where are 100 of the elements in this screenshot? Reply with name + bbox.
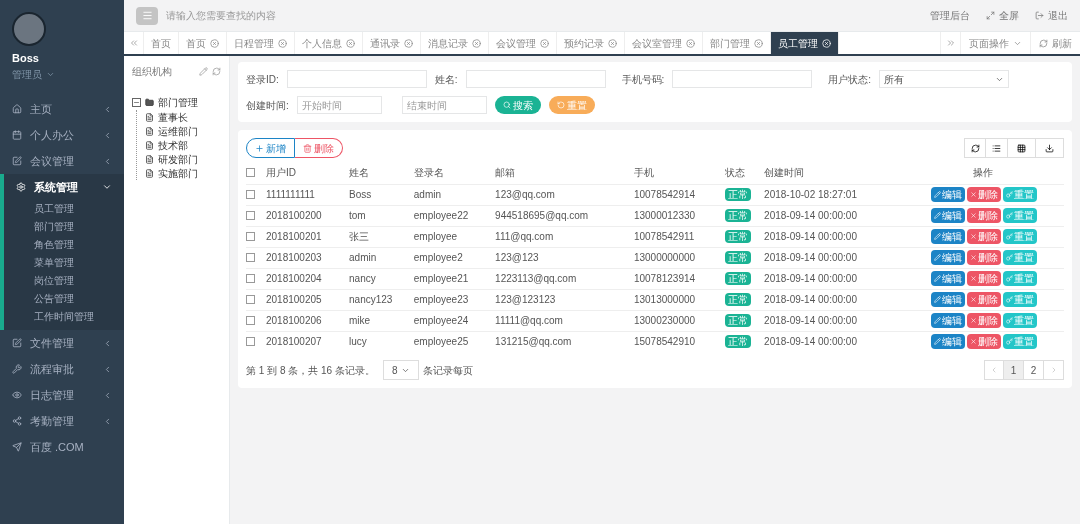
- columns-button[interactable]: [1008, 138, 1036, 158]
- row-action-button[interactable]: 删除: [967, 187, 1002, 202]
- row-action-button[interactable]: 重置: [1003, 187, 1038, 202]
- table-cell: 123@qq.com: [495, 189, 555, 200]
- page-button[interactable]: 2: [1024, 360, 1044, 380]
- tree-node[interactable]: 研发部门: [145, 152, 221, 166]
- checkbox[interactable]: [246, 168, 255, 178]
- search-field[interactable]: 请输入您需要查找的内容: [166, 8, 406, 23]
- checkbox[interactable]: [246, 190, 255, 199]
- close-icon: [346, 38, 355, 48]
- close-icon: [608, 38, 617, 48]
- table-cell: 13000230000: [633, 315, 696, 326]
- download-icon: [1045, 143, 1054, 153]
- tree-node[interactable]: 董事长: [145, 110, 221, 124]
- checkbox[interactable]: [246, 316, 255, 325]
- tab[interactable]: 会议管理: [489, 32, 557, 54]
- row-action-button[interactable]: 重置: [1003, 334, 1038, 350]
- row-action-button[interactable]: 编辑: [931, 208, 966, 223]
- tree-node[interactable]: 实施部门: [145, 166, 221, 180]
- menu-button[interactable]: [136, 6, 158, 25]
- tree-node[interactable]: 部门管理: [132, 95, 221, 110]
- sidebar-item[interactable]: 日志管理: [0, 382, 124, 408]
- toggle-view-button[interactable]: [986, 138, 1008, 158]
- checkbox[interactable]: [246, 295, 255, 304]
- topbar-link[interactable]: 全屏: [986, 8, 1019, 23]
- input-field[interactable]: [672, 70, 813, 88]
- tab[interactable]: 员工管理: [771, 32, 839, 54]
- checkbox[interactable]: [246, 253, 255, 262]
- row-action-button[interactable]: 编辑: [931, 334, 966, 350]
- sidebar-item[interactable]: 个人办公: [0, 122, 124, 148]
- sidebar-item[interactable]: 会议管理: [0, 148, 124, 174]
- row-action-button[interactable]: 删除: [967, 292, 1002, 307]
- row-action-button[interactable]: 重置: [1003, 229, 1038, 244]
- tab[interactable]: 首页: [144, 32, 179, 54]
- expander-icon[interactable]: [132, 98, 141, 107]
- column-header: 邮箱: [495, 167, 516, 179]
- refresh-icon[interactable]: [212, 67, 221, 76]
- sidebar-item[interactable]: 系统管理: [4, 174, 124, 200]
- tab[interactable]: 首页: [179, 32, 227, 54]
- row-action-button[interactable]: 删除: [967, 229, 1002, 244]
- search-button[interactable]: 搜索: [494, 96, 541, 114]
- refresh-link[interactable]: 刷新: [1030, 32, 1080, 54]
- date-field[interactable]: 开始时间: [296, 96, 382, 114]
- edit-icon[interactable]: [199, 67, 208, 76]
- checkbox[interactable]: [246, 274, 255, 283]
- column-header: 创建时间: [764, 167, 805, 179]
- tab[interactable]: 预约记录: [557, 32, 625, 54]
- row-action-button[interactable]: 编辑: [931, 313, 966, 328]
- submenu-item[interactable]: 工作时间管理: [4, 308, 124, 326]
- row-action-button[interactable]: 删除: [967, 271, 1002, 286]
- submenu-item[interactable]: 员工管理: [4, 200, 124, 218]
- row-action-button[interactable]: 编辑: [931, 229, 966, 244]
- row-action-button[interactable]: 删除: [967, 313, 1002, 328]
- row-action-button[interactable]: 删除: [967, 208, 1002, 223]
- tab[interactable]: 通讯录: [363, 32, 421, 54]
- row-action-button[interactable]: 编辑: [931, 187, 966, 202]
- submenu-item[interactable]: 公告管理: [4, 290, 124, 308]
- row-action-button[interactable]: 编辑: [931, 292, 966, 307]
- checkbox[interactable]: [246, 337, 255, 347]
- sidebar-item[interactable]: 流程审批: [0, 356, 124, 382]
- input-field[interactable]: [286, 70, 427, 88]
- page-actions-dropdown[interactable]: 页面操作: [960, 32, 1030, 54]
- tab[interactable]: 会议室管理: [625, 32, 703, 54]
- status-select[interactable]: 所有: [879, 70, 1010, 88]
- tab[interactable]: 消息记录: [421, 32, 489, 54]
- row-action-button[interactable]: 重置: [1003, 313, 1038, 328]
- sidebar-item[interactable]: 考勤管理: [0, 408, 124, 434]
- row-action-button[interactable]: 编辑: [931, 250, 966, 265]
- table-cell: admin: [413, 189, 442, 200]
- date-field[interactable]: 结束时间: [401, 96, 487, 114]
- page-button[interactable]: 1: [1004, 360, 1024, 380]
- page-size-dropdown[interactable]: 8: [382, 360, 420, 380]
- topbar-link[interactable]: 退出: [1035, 8, 1068, 23]
- close-icon: [970, 233, 978, 240]
- row-action-button[interactable]: 重置: [1003, 271, 1038, 286]
- row-action-button[interactable]: 重置: [1003, 292, 1038, 307]
- checkbox[interactable]: [246, 232, 255, 241]
- status-badge: 正常: [725, 293, 752, 306]
- table-cell: 2018-09-14 00:00:00: [764, 273, 857, 284]
- submenu-item[interactable]: 部门管理: [4, 218, 124, 236]
- tree-node[interactable]: 技术部: [145, 138, 221, 152]
- sidebar-item[interactable]: 文件管理: [0, 330, 124, 356]
- row-action-button[interactable]: 重置: [1003, 208, 1038, 223]
- checkbox[interactable]: [246, 211, 255, 220]
- topbar-link[interactable]: 管理后台: [930, 8, 970, 23]
- input-field[interactable]: [465, 70, 606, 88]
- submenu-item[interactable]: 岗位管理: [4, 272, 124, 290]
- sidebar-item[interactable]: 百度 .COM: [0, 434, 124, 460]
- row-action-button[interactable]: 删除: [967, 334, 1002, 350]
- row-action-button[interactable]: 删除: [967, 250, 1002, 265]
- user-role-dropdown[interactable]: 管理员: [12, 66, 112, 82]
- sidebar-item[interactable]: 主页: [0, 96, 124, 122]
- tab[interactable]: 个人信息: [295, 32, 363, 54]
- submenu-item[interactable]: 菜单管理: [4, 254, 124, 272]
- row-action-button[interactable]: 编辑: [931, 271, 966, 286]
- tree-node[interactable]: 运维部门: [145, 124, 221, 138]
- submenu-item[interactable]: 角色管理: [4, 236, 124, 254]
- refresh-button[interactable]: [964, 138, 986, 158]
- tab[interactable]: 日程管理: [227, 32, 295, 54]
- row-action-button[interactable]: 重置: [1003, 250, 1038, 265]
